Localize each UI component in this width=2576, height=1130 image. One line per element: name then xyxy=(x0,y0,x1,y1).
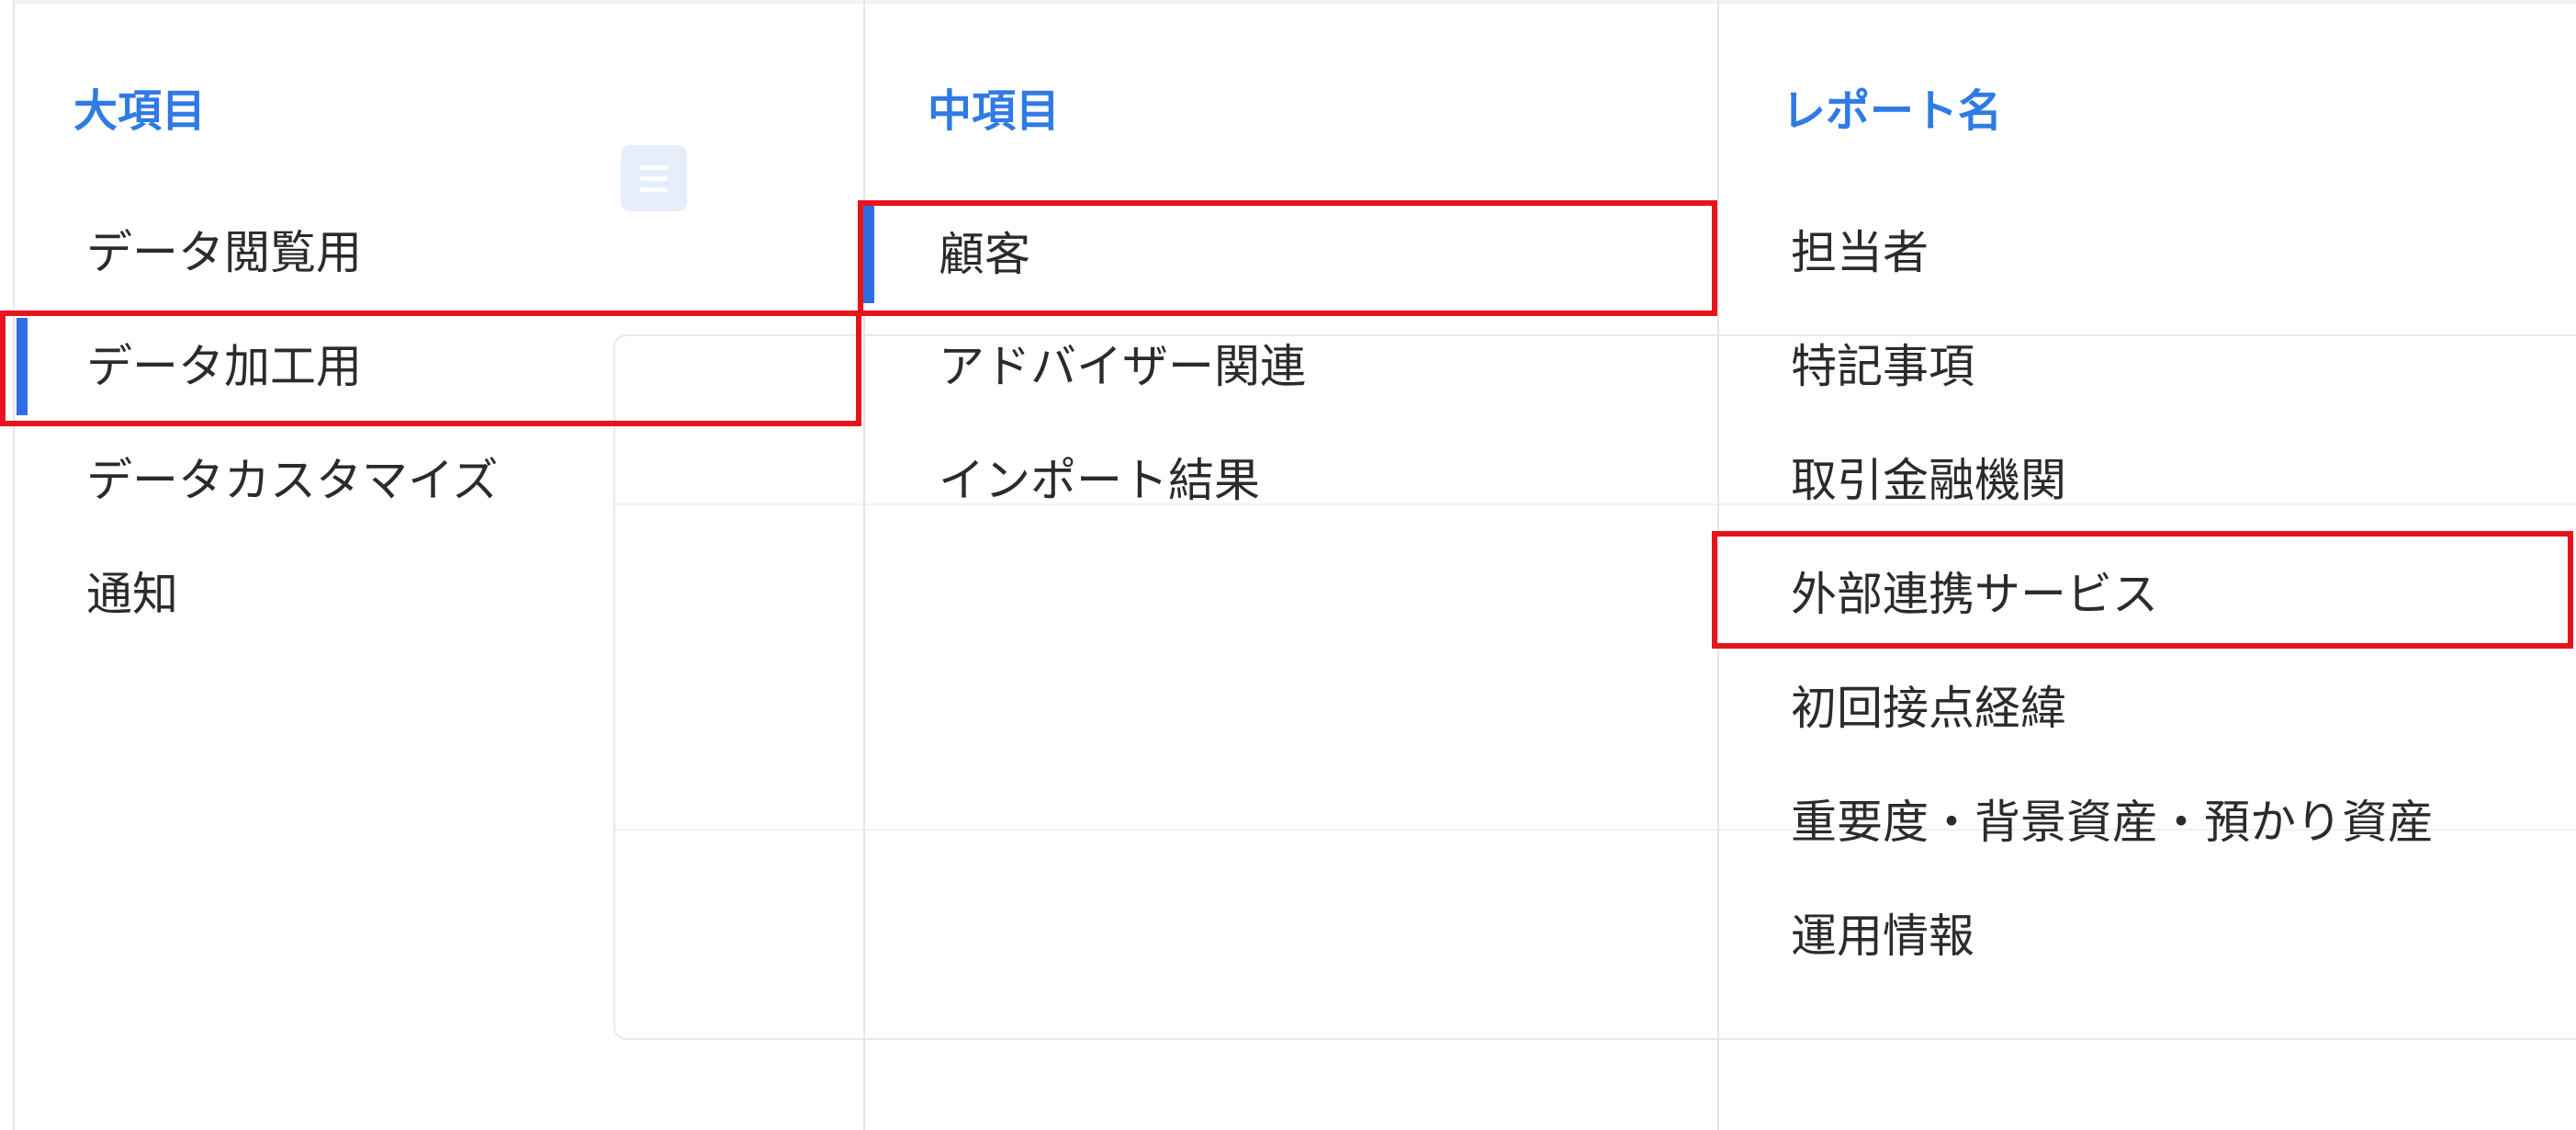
report-item[interactable]: 運用情報 xyxy=(1717,882,2576,990)
report-item[interactable]: 初回接点経緯 xyxy=(1717,654,2576,763)
report-item[interactable]: 重要度・背景資産・預かり資産 xyxy=(1717,768,2576,876)
highlight-outline xyxy=(0,311,861,426)
report-item-label: 初回接点経緯 xyxy=(1791,682,2066,735)
category-column: 大項目 データ閲覧用 データ加工用 データカスタマイズ 通知 xyxy=(0,0,863,1130)
subcategory-item[interactable]: アドバイザー関連 xyxy=(863,312,1717,421)
subcategory-column: 中項目 顧客 アドバイザー関連 インポート結果 xyxy=(863,0,1717,1130)
report-item[interactable]: 担当者 xyxy=(1717,198,2576,307)
highlight-outline xyxy=(858,200,1717,316)
report-item-label: 重要度・背景資産・預かり資産 xyxy=(1791,796,2434,849)
category-item-label: データ閲覧用 xyxy=(86,226,362,279)
subcategory-item[interactable]: インポート結果 xyxy=(863,426,1717,535)
category-item[interactable]: データ閲覧用 xyxy=(0,198,863,307)
highlight-outline xyxy=(1712,531,2573,649)
subcategory-item-label: アドバイザー関連 xyxy=(939,340,1306,393)
category-column-header: 大項目 xyxy=(73,85,207,137)
report-item-label: 運用情報 xyxy=(1791,910,1974,963)
report-item-label: 担当者 xyxy=(1791,226,1929,279)
category-item[interactable]: データカスタマイズ xyxy=(0,426,863,535)
report-item[interactable]: 特記事項 xyxy=(1717,312,2576,421)
report-item-label: 取引金融機関 xyxy=(1791,454,2066,507)
subcategory-column-header: 中項目 xyxy=(928,85,1061,137)
category-item[interactable]: 通知 xyxy=(0,540,863,649)
report-item-label: 特記事項 xyxy=(1791,340,1974,393)
report-item[interactable]: 取引金融機関 xyxy=(1717,426,2576,535)
category-item-label: 通知 xyxy=(86,568,178,621)
category-item-label: データカスタマイズ xyxy=(86,454,499,507)
subcategory-item-label: インポート結果 xyxy=(939,454,1260,507)
report-column-header: レポート名 xyxy=(1782,85,2003,137)
